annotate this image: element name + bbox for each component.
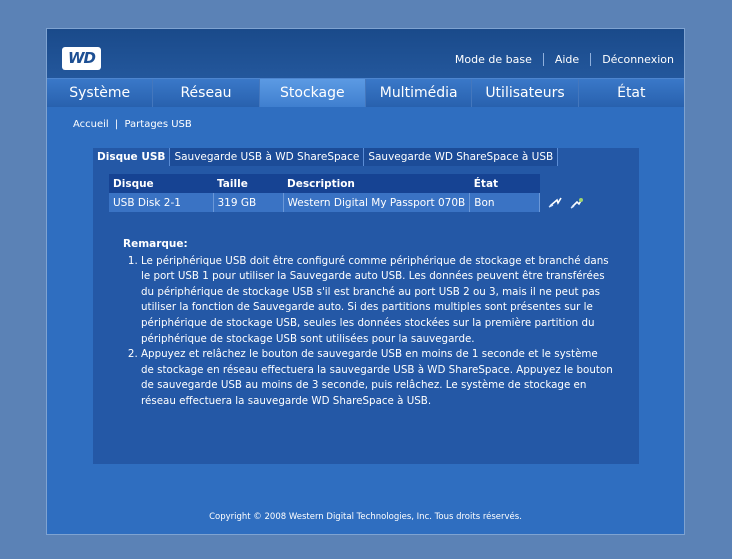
header: WD Mode de base Aide Déconnexion bbox=[47, 29, 684, 78]
tab-network[interactable]: Réseau bbox=[153, 79, 260, 107]
subtab-sharespace-to-usb[interactable]: Sauvegarde WD ShareSpace à USB bbox=[364, 148, 559, 166]
table-row[interactable]: USB Disk 2-1 319 GB Western Digital My P… bbox=[109, 193, 592, 212]
remark-section: Remarque: Le périphérique USB doit être … bbox=[123, 237, 613, 410]
col-description: Description bbox=[283, 174, 470, 193]
top-links: Mode de base Aide Déconnexion bbox=[455, 52, 674, 66]
breadcrumb: Accueil | Partages USB bbox=[73, 119, 192, 130]
tab-storage[interactable]: Stockage bbox=[259, 79, 366, 107]
cell-description: Western Digital My Passport 070B bbox=[283, 193, 471, 212]
tab-multimedia[interactable]: Multimédia bbox=[365, 79, 473, 107]
backup-icon[interactable] bbox=[570, 197, 584, 209]
breadcrumb-current[interactable]: Partages USB bbox=[124, 119, 191, 130]
link-divider bbox=[542, 52, 544, 66]
wd-logo: WD bbox=[62, 47, 101, 70]
eject-icon[interactable] bbox=[548, 197, 562, 209]
cell-disk: USB Disk 2-1 bbox=[109, 193, 214, 212]
col-actions bbox=[540, 174, 592, 193]
logout-link[interactable]: Déconnexion bbox=[602, 53, 674, 66]
basic-mode-link[interactable]: Mode de base bbox=[455, 53, 532, 66]
col-size: Taille bbox=[213, 174, 283, 193]
tab-system[interactable]: Système bbox=[47, 79, 154, 107]
subtab-usb-disk[interactable]: Disque USB bbox=[93, 148, 171, 166]
breadcrumb-separator: | bbox=[114, 119, 119, 130]
sub-tabs: Disque USB Sauvegarde USB à WD ShareSpac… bbox=[93, 148, 559, 166]
cell-size: 319 GB bbox=[213, 193, 284, 212]
usb-disk-table: Disque Taille Description État USB Disk … bbox=[109, 174, 592, 212]
table-header-row: Disque Taille Description État bbox=[109, 174, 592, 193]
breadcrumb-home[interactable]: Accueil bbox=[73, 119, 109, 130]
copyright-footer: Copyright © 2008 Western Digital Technol… bbox=[209, 512, 522, 522]
remark-item: Le périphérique USB doit être configuré … bbox=[141, 254, 613, 348]
main-nav: Système Réseau Stockage Multimédia Utili… bbox=[47, 78, 684, 107]
app-frame: WD Mode de base Aide Déconnexion Système… bbox=[47, 29, 684, 534]
cell-status: Bon bbox=[469, 193, 541, 212]
remark-item: Appuyez et relâchez le bouton de sauvega… bbox=[141, 347, 613, 409]
remark-title: Remarque: bbox=[123, 238, 188, 250]
link-divider bbox=[590, 52, 592, 66]
remark-list: Le périphérique USB doit être configuré … bbox=[123, 254, 613, 410]
tab-users[interactable]: Utilisateurs bbox=[472, 79, 579, 107]
cell-actions bbox=[540, 193, 592, 212]
col-disk: Disque bbox=[109, 174, 213, 193]
subtab-usb-to-sharespace[interactable]: Sauvegarde USB à WD ShareSpace bbox=[170, 148, 365, 166]
tab-status[interactable]: État bbox=[578, 79, 684, 107]
col-status: État bbox=[469, 174, 540, 193]
help-link[interactable]: Aide bbox=[555, 53, 579, 66]
usb-panel: Disque USB Sauvegarde USB à WD ShareSpac… bbox=[93, 148, 639, 464]
